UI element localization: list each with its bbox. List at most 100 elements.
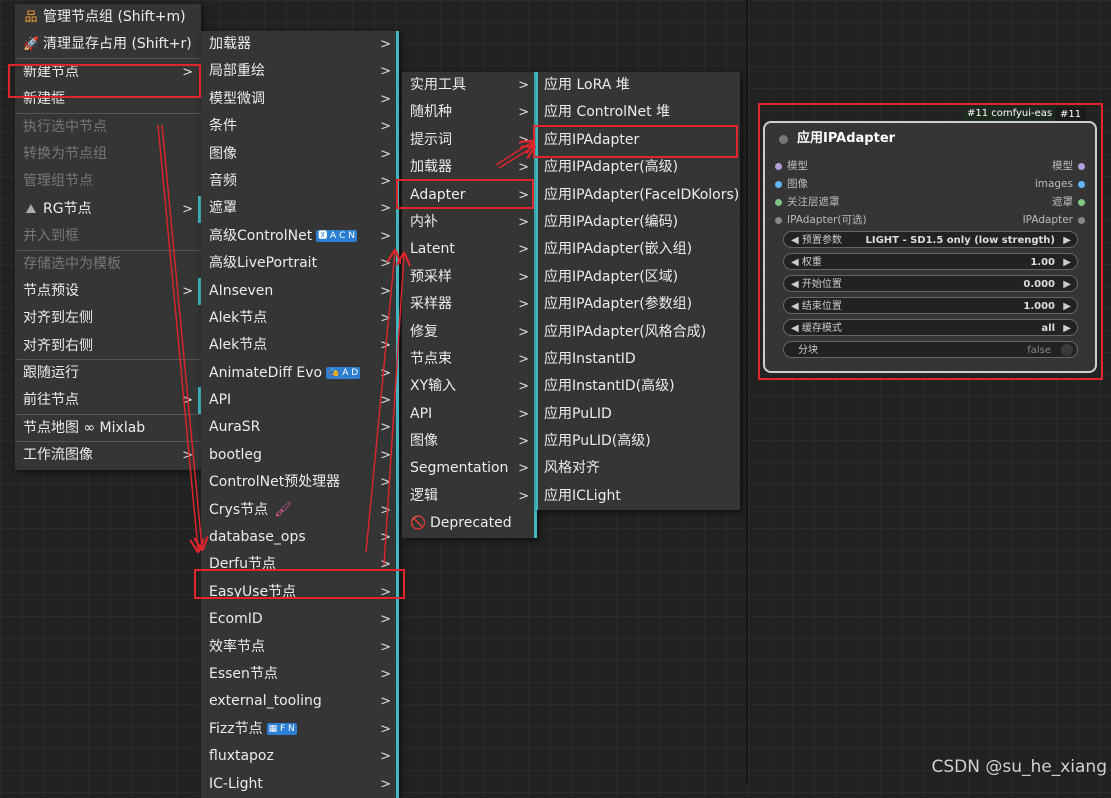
- menu-item-category[interactable]: bootleg >: [201, 442, 399, 469]
- menu-item-easyuse-sub[interactable]: 随机种 >: [402, 99, 537, 126]
- triangle-right-icon[interactable]: ▶: [1063, 320, 1071, 337]
- menu-item-category[interactable]: database_ops >: [201, 524, 399, 551]
- menu-item-manage-group-node[interactable]: 管理组节点: [15, 168, 201, 195]
- menu-item-category[interactable]: AuraSR >: [201, 414, 399, 441]
- menu-item-category[interactable]: 模型微调 >: [201, 86, 399, 113]
- menu-item-category[interactable]: 高级LivePortrait >: [201, 250, 399, 277]
- triangle-left-icon[interactable]: ◀: [791, 323, 802, 334]
- output-port[interactable]: IPAdapter: [1023, 211, 1085, 229]
- menu-item-clear-vram[interactable]: 🚀 清理显存占用 (Shift+r): [15, 31, 201, 59]
- input-port[interactable]: 关注层遮罩: [775, 193, 840, 211]
- menu-item-easyuse-sub[interactable]: 预采样 >: [402, 264, 537, 291]
- menu-item-easyuse-sub[interactable]: 采样器 >: [402, 291, 537, 318]
- menu-item-easyuse-sub[interactable]: 🚫 Deprecated: [402, 510, 537, 537]
- menu-item-easyuse-sub[interactable]: 实用工具 >: [402, 72, 537, 99]
- combo-widget[interactable]: ◀ 预置参数 LIGHT - SD1.5 only (low strength) ▶: [783, 231, 1078, 248]
- port-dot-icon[interactable]: [1078, 180, 1085, 188]
- menu-item-category[interactable]: Derfu节点 >: [201, 551, 399, 578]
- menu-item-category[interactable]: fluxtapoz >: [201, 743, 399, 770]
- menu-item-adapter-node[interactable]: 应用 ControlNet 堆: [536, 99, 740, 127]
- menu-item-easyuse-sub[interactable]: Latent >: [402, 236, 537, 263]
- menu-item-category[interactable]: Essen节点 >: [201, 661, 399, 688]
- menu-item-easyuse-sub[interactable]: 修复 >: [402, 319, 537, 346]
- menu-item-rg-node[interactable]: ⛰ RG节点 >: [15, 196, 201, 223]
- menu-item-easyuse-sub[interactable]: 节点束 >: [402, 346, 537, 373]
- menu-item-adapter-node[interactable]: 应用InstantID(高级): [536, 373, 740, 401]
- combo-widget[interactable]: ◀ 权重 1.00 ▶: [783, 253, 1078, 270]
- collapse-dot-icon[interactable]: [779, 135, 788, 144]
- menu-item-category[interactable]: 加载器 >: [201, 31, 399, 58]
- menu-item-easyuse-sub[interactable]: 逻辑 >: [402, 483, 537, 510]
- menu-item-category[interactable]: 高级ControlNet 🆇 A C N >: [201, 223, 399, 250]
- menu-item-category[interactable]: ControlNet预处理器 >: [201, 469, 399, 496]
- menu-item-category[interactable]: Alek节点 >: [201, 305, 399, 332]
- menu-item-easyuse-sub[interactable]: API >: [402, 401, 537, 428]
- menu-item-workflow-image[interactable]: 工作流图像 >: [15, 442, 201, 469]
- menu-item-node-map[interactable]: 节点地图 ∞ Mixlab: [15, 415, 201, 443]
- input-port[interactable]: IPAdapter(可选): [775, 211, 867, 229]
- output-port[interactable]: 模型: [1052, 157, 1085, 175]
- menu-item-adapter-node[interactable]: 应用IPAdapter(FaceIDKolors): [536, 181, 740, 209]
- menu-item-easyuse-sub[interactable]: 加载器 >: [402, 154, 537, 181]
- menu-item-easyuse-sub[interactable]: XY输入 >: [402, 373, 537, 400]
- menu-item-adapter-node[interactable]: 风格对齐: [536, 455, 740, 483]
- triangle-right-icon[interactable]: ▶: [1063, 232, 1071, 249]
- menu-item-category[interactable]: 局部重绘 >: [201, 58, 399, 85]
- triangle-right-icon[interactable]: ▶: [1063, 298, 1071, 315]
- port-dot-icon[interactable]: [1078, 216, 1085, 224]
- toggle-widget[interactable]: 分块 false: [783, 341, 1078, 358]
- combo-widget[interactable]: ◀ 结束位置 1.000 ▶: [783, 297, 1078, 314]
- menu-item-new-node[interactable]: 新建节点 >: [15, 59, 201, 86]
- menu-item-run-selected[interactable]: 执行选中节点: [15, 114, 201, 141]
- menu-item-category[interactable]: external_tooling >: [201, 688, 399, 715]
- input-port[interactable]: 模型: [775, 157, 808, 175]
- combo-widget[interactable]: ◀ 开始位置 0.000 ▶: [783, 275, 1078, 292]
- menu-item-easyuse-sub[interactable]: 图像 >: [402, 428, 537, 455]
- menu-item-category[interactable]: 条件 >: [201, 113, 399, 140]
- menu-item-goto-node[interactable]: 前往节点 >: [15, 387, 201, 415]
- ipadapter-node[interactable]: 应用IPAdapter 模型 图像 关注层遮罩 IPAdapter(可选) 模型 imag…: [763, 121, 1097, 373]
- menu-item-follow-run[interactable]: 跟随运行: [15, 360, 201, 387]
- menu-item-convert-group[interactable]: 转换为节点组: [15, 141, 201, 168]
- menu-item-category[interactable]: API >: [201, 387, 399, 414]
- menu-item-category[interactable]: Crys节点 🖌 >: [201, 497, 399, 524]
- triangle-right-icon[interactable]: ▶: [1063, 276, 1071, 293]
- input-port[interactable]: 图像: [775, 175, 808, 193]
- menu-item-adapter-node[interactable]: 应用IPAdapter: [536, 126, 740, 155]
- menu-item-adapter-node[interactable]: 应用IPAdapter(区域): [536, 263, 740, 292]
- menu-item-category[interactable]: 图像 >: [201, 141, 399, 168]
- menu-item-adapter-node[interactable]: 应用IPAdapter(参数组): [536, 291, 740, 319]
- menu-item-adapter-node[interactable]: 应用IPAdapter(编码): [536, 208, 740, 237]
- menu-item-category[interactable]: IC-Light >: [201, 771, 399, 798]
- menu-item-adapter-node[interactable]: 应用InstantID: [536, 345, 740, 374]
- triangle-right-icon[interactable]: ▶: [1063, 254, 1071, 271]
- menu-item-merge-frame[interactable]: 并入到框: [15, 223, 201, 251]
- menu-item-category[interactable]: AnimateDiff Evo 🎭 A D >: [201, 360, 399, 387]
- triangle-left-icon[interactable]: ◀: [791, 235, 802, 246]
- menu-item-easyuse-sub[interactable]: Segmentation >: [402, 455, 537, 482]
- menu-item-easyuse-sub[interactable]: 提示词 >: [402, 127, 537, 154]
- menu-item-category[interactable]: Fizz节点 ▦ F N >: [201, 716, 399, 743]
- menu-item-category[interactable]: EcomID >: [201, 606, 399, 633]
- menu-item-category[interactable]: 音频 >: [201, 168, 399, 195]
- port-dot-icon[interactable]: [1078, 198, 1085, 206]
- menu-item-adapter-node[interactable]: 应用IPAdapter(风格合成): [536, 318, 740, 346]
- output-port[interactable]: 遮罩: [1052, 193, 1085, 211]
- toggle-knob-icon[interactable]: [1061, 344, 1073, 356]
- menu-item-align-right[interactable]: 对齐到右侧: [15, 333, 201, 361]
- menu-item-manage-group[interactable]: 品管理节点组 (Shift+m): [15, 4, 201, 31]
- menu-item-new-frame[interactable]: 新建框: [15, 86, 201, 114]
- port-dot-icon[interactable]: [775, 162, 782, 170]
- menu-item-node-preset[interactable]: 节点预设 >: [15, 278, 201, 305]
- triangle-left-icon[interactable]: ◀: [791, 257, 802, 268]
- menu-item-adapter-node[interactable]: 应用PuLID: [536, 400, 740, 429]
- menu-item-save-template[interactable]: 存储选中为模板: [15, 251, 201, 278]
- port-dot-icon[interactable]: [775, 198, 782, 206]
- menu-item-category[interactable]: AInseven >: [201, 278, 399, 305]
- triangle-left-icon[interactable]: ◀: [791, 301, 802, 312]
- combo-widget[interactable]: ◀ 缓存模式 all ▶: [783, 319, 1078, 336]
- menu-item-adapter-node[interactable]: 应用IPAdapter(高级): [536, 154, 740, 182]
- menu-item-adapter-node[interactable]: 应用ICLight: [536, 482, 740, 511]
- menu-item-adapter-node[interactable]: 应用 LoRA 堆: [536, 72, 740, 100]
- output-port[interactable]: images: [1035, 175, 1085, 193]
